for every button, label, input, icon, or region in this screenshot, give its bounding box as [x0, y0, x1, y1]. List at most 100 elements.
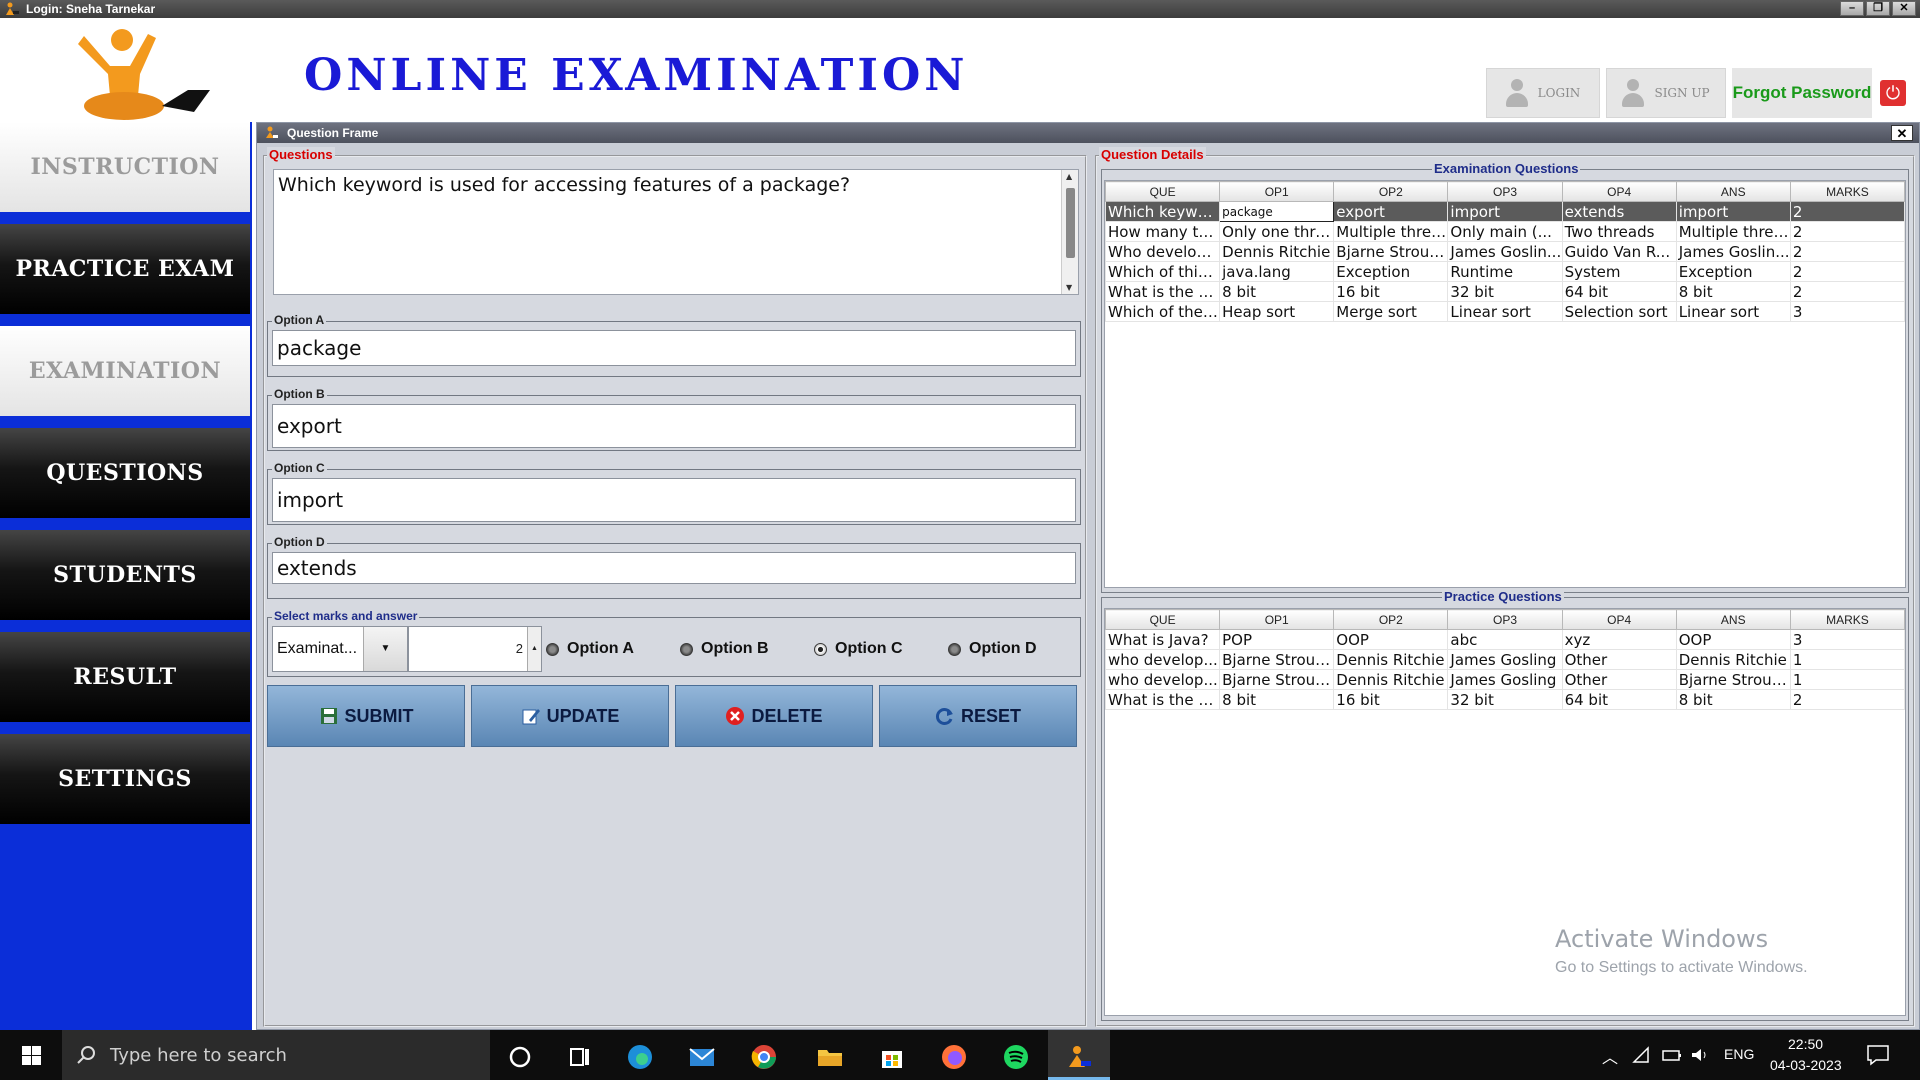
file-explorer-icon[interactable] [816, 1043, 844, 1071]
table-cell[interactable]: Exception [1675, 261, 1791, 282]
col-op2[interactable]: OP2 [1333, 181, 1449, 202]
table-cell[interactable]: James Gosling [1447, 669, 1563, 690]
table-cell[interactable]: Multiple threads [1333, 221, 1449, 242]
submit-button[interactable]: SUBMIT [267, 685, 465, 747]
table-cell[interactable]: 3 [1789, 629, 1905, 650]
table-cell[interactable]: What is the si... [1105, 281, 1221, 302]
language-indicator[interactable]: ENG [1724, 1046, 1754, 1062]
table-cell[interactable]: OOP [1333, 629, 1449, 650]
spotify-icon[interactable] [1002, 1043, 1030, 1071]
chevron-down-icon[interactable]: ▼ [363, 627, 407, 671]
col-que[interactable]: QUE [1105, 181, 1221, 202]
col-op1[interactable]: OP1 [1219, 181, 1335, 202]
table-cell[interactable]: Bjarne Strous... [1333, 241, 1449, 262]
table-cell[interactable]: Bjarne Strous... [1219, 649, 1335, 670]
table-cell[interactable]: package [1219, 201, 1335, 222]
forgot-password-link[interactable]: Forgot Password [1732, 68, 1872, 118]
table-cell[interactable]: 8 bit [1675, 281, 1791, 302]
table-cell[interactable]: POP [1219, 629, 1335, 650]
table-cell[interactable]: 16 bit [1333, 281, 1449, 302]
table-row[interactable]: who develop... Bjarne Strous... Dennis Rit… [1105, 649, 1905, 670]
table-cell[interactable]: Two threads [1561, 221, 1677, 242]
table-row[interactable]: What is the si... 8 bit 16 bit 32 bit 64 bit… [1105, 689, 1905, 710]
radio-option-c[interactable]: Option C [814, 640, 903, 658]
clock-date[interactable]: 04-03-2023 [1770, 1057, 1842, 1073]
table-cell[interactable]: 3 [1789, 301, 1905, 322]
windows-start-icon[interactable] [10, 1042, 54, 1070]
table-cell[interactable]: Heap sort [1219, 301, 1335, 322]
table-row[interactable]: Which of this ... java.lang Exception Runti… [1105, 261, 1905, 282]
radio-option-b[interactable]: Option B [680, 640, 769, 658]
table-cell[interactable]: Multiple threads [1675, 221, 1791, 242]
option-a-input[interactable]: package [272, 330, 1076, 366]
notifications-icon[interactable] [1866, 1044, 1890, 1066]
table-row[interactable]: What is the si... 8 bit 16 bit 32 bit 64 bit… [1105, 281, 1905, 302]
table-row[interactable]: Who develop... Dennis Ritchie Bjarne Strou… [1105, 241, 1905, 262]
table-row[interactable]: Which keywo... package export import extends… [1105, 201, 1905, 222]
table-cell[interactable]: 64 bit [1561, 281, 1677, 302]
table-cell[interactable]: Merge sort [1333, 301, 1449, 322]
sidebar-item-settings[interactable]: SETTINGS [0, 734, 250, 824]
sidebar-item-practice-exam[interactable]: PRACTICE EXAM [0, 224, 250, 314]
firefox-icon[interactable] [940, 1043, 968, 1071]
table-cell[interactable]: Selection sort [1561, 301, 1677, 322]
table-cell[interactable]: 2 [1789, 201, 1905, 222]
table-cell[interactable]: Only main (... [1447, 221, 1563, 242]
table-cell[interactable]: Dennis Ritchie [1675, 649, 1791, 670]
edge-icon[interactable] [626, 1043, 654, 1071]
frame-close-button[interactable]: ✕ [1891, 125, 1913, 141]
table-cell[interactable]: 32 bit [1447, 689, 1563, 710]
table-cell[interactable]: 2 [1789, 261, 1905, 282]
table-cell[interactable]: 64 bit [1561, 689, 1677, 710]
table-cell[interactable]: 2 [1789, 241, 1905, 262]
battery-icon[interactable] [1662, 1046, 1682, 1064]
table-cell[interactable]: What is Java? [1105, 629, 1221, 650]
scroll-up-icon[interactable]: ▲ [1066, 172, 1072, 181]
question-type-select[interactable]: Examinat... ▼ [272, 626, 408, 672]
marks-spinner[interactable]: 2 ▲▼ [408, 626, 542, 696]
sidebar-item-instruction[interactable]: INSTRUCTION [0, 122, 250, 212]
volume-icon[interactable] [1690, 1046, 1710, 1064]
sidebar-item-questions[interactable]: QUESTIONS [0, 428, 250, 518]
table-cell[interactable]: Linear sort [1447, 301, 1563, 322]
table-cell[interactable]: Dennis Ritchie [1219, 241, 1335, 262]
table-cell[interactable]: Bjarne Strous... [1219, 669, 1335, 690]
col-op2[interactable]: OP2 [1333, 609, 1449, 630]
table-cell[interactable]: Who develop... [1105, 241, 1221, 262]
option-b-input[interactable]: export [272, 404, 1076, 448]
table-cell[interactable]: James Goslin... [1447, 241, 1563, 262]
col-op1[interactable]: OP1 [1219, 609, 1335, 630]
table-cell[interactable]: Runtime [1447, 261, 1563, 282]
table-cell[interactable]: 2 [1789, 221, 1905, 242]
table-cell[interactable]: 2 [1789, 689, 1905, 710]
sidebar-item-result[interactable]: RESULT [0, 632, 250, 722]
question-textarea[interactable]: Which keyword is used for accessing feat… [273, 169, 1079, 295]
table-row[interactable]: How many th... Only one thre... Multiple t… [1105, 221, 1905, 242]
table-cell[interactable]: 8 bit [1219, 689, 1335, 710]
table-cell[interactable]: Dennis Ritchie [1333, 669, 1449, 690]
table-row[interactable]: What is Java? POP OOP abc xyz OOP 3 [1105, 629, 1905, 650]
table-cell[interactable]: What is the si... [1105, 689, 1221, 710]
table-cell[interactable]: 1 [1789, 649, 1905, 670]
taskbar-search-box[interactable]: Type here to search [62, 1030, 490, 1080]
login-button[interactable]: LOGIN [1486, 68, 1600, 118]
table-cell[interactable]: 16 bit [1333, 689, 1449, 710]
spinner-arrows-icon[interactable]: ▲▼ [527, 627, 541, 696]
store-icon[interactable] [878, 1043, 906, 1071]
task-view-icon[interactable] [566, 1043, 594, 1071]
exam-questions-table[interactable]: QUE OP1 OP2 OP3 OP4 ANS MARKS Which keyw… [1104, 180, 1906, 588]
mail-icon[interactable] [688, 1043, 716, 1071]
col-op3[interactable]: OP3 [1447, 181, 1563, 202]
network-icon[interactable] [1632, 1046, 1650, 1064]
table-cell[interactable]: abc [1447, 629, 1563, 650]
table-cell[interactable]: Bjarne Strous... [1675, 669, 1791, 690]
table-row[interactable]: who develop... Bjarne Strous... Dennis Rit… [1105, 669, 1905, 690]
table-cell[interactable]: 2 [1789, 281, 1905, 302]
table-cell[interactable]: 8 bit [1219, 281, 1335, 302]
table-cell[interactable]: Linear sort [1675, 301, 1791, 322]
table-cell[interactable]: export [1333, 201, 1449, 222]
col-ans[interactable]: ANS [1675, 181, 1791, 202]
table-cell[interactable]: Other [1561, 669, 1677, 690]
update-button[interactable]: UPDATE [471, 685, 669, 747]
radio-option-a[interactable]: Option A [546, 640, 634, 658]
